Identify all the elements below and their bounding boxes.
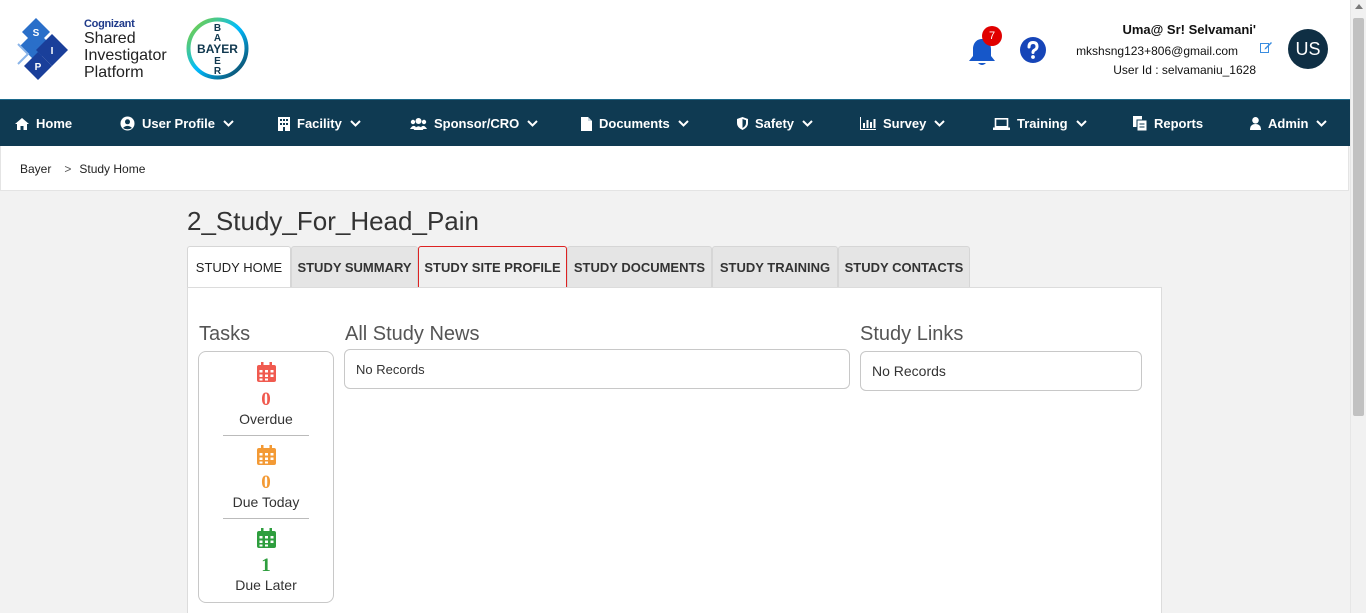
calendar-icon	[256, 445, 276, 465]
breadcrumb-bar: Bayer > Study Home	[0, 146, 1349, 191]
chevron-down-icon	[223, 120, 234, 127]
chevron-down-icon	[1075, 120, 1087, 127]
tab-study-home[interactable]: STUDY HOME	[187, 246, 291, 287]
task-overdue-count: 0	[261, 389, 271, 410]
news-list: No Records	[344, 349, 850, 389]
svg-text:A: A	[214, 33, 221, 44]
tab-study-contacts[interactable]: STUDY CONTACTS	[838, 246, 970, 287]
brand-line-3: Platform	[84, 64, 144, 81]
user-email: mkshsng123+806@gmail.com	[1076, 44, 1238, 58]
chevron-down-icon	[527, 120, 538, 127]
user-circle-icon	[120, 116, 135, 131]
links-title: Study Links	[860, 323, 964, 345]
bayer-logo: BAYER B A E R	[186, 17, 249, 80]
chevron-down-icon	[1316, 120, 1328, 127]
nav-reports-label: Reports	[1154, 116, 1204, 131]
laptop-icon	[993, 117, 1010, 130]
sip-letter-s: S	[33, 28, 40, 39]
nav-safety-label: Safety	[755, 116, 795, 131]
nav-home-label: Home	[36, 116, 73, 131]
users-icon	[410, 118, 427, 130]
task-overdue[interactable]: 0 Overdue	[199, 362, 333, 427]
chevron-down-icon	[350, 120, 361, 127]
app-header: S I P Cognizant Shared Investigator Plat…	[0, 0, 1350, 99]
page-scrollbar[interactable]	[1350, 0, 1366, 613]
bayer-logo-horizontal: BAYER	[197, 42, 238, 56]
task-due-later[interactable]: 1 Due Later	[199, 528, 333, 593]
nav-training-label: Training	[1017, 116, 1068, 131]
nav-home[interactable]: Home	[15, 100, 72, 147]
breadcrumb: Bayer > Study Home	[20, 162, 145, 176]
tasks-box: 0 Overdue 0 Due Today 1 Due Later	[198, 351, 334, 603]
building-icon	[278, 116, 290, 131]
calendar-icon	[256, 362, 276, 382]
copy-icon	[1133, 116, 1147, 131]
file-icon	[581, 116, 592, 131]
breadcrumb-separator: >	[64, 162, 72, 176]
chevron-down-icon	[802, 120, 813, 127]
user-icon	[1250, 117, 1261, 130]
sip-letter-p: P	[35, 62, 42, 73]
user-avatar[interactable]: US	[1288, 29, 1328, 69]
breadcrumb-current: Study Home	[79, 162, 146, 176]
links-list: No Records	[860, 351, 1142, 391]
brand-company: Cognizant	[84, 18, 135, 30]
nav-reports[interactable]: Reports	[1133, 100, 1203, 147]
scrollbar-thumb[interactable]	[1353, 18, 1364, 416]
news-empty-text: No Records	[356, 361, 425, 377]
edit-email-icon[interactable]	[1260, 41, 1272, 53]
user-id: User Id : selvamaniu_1628	[1113, 63, 1256, 77]
scroll-up-arrow-icon[interactable]	[1355, 4, 1363, 9]
breadcrumb-root[interactable]: Bayer	[20, 162, 51, 176]
nav-documents[interactable]: Documents	[581, 100, 689, 147]
task-due-today-label: Due Today	[232, 494, 300, 510]
home-icon	[15, 117, 29, 130]
nav-survey-label: Survey	[883, 116, 927, 131]
links-empty-text: No Records	[872, 363, 946, 379]
nav-safety[interactable]: Safety	[737, 100, 813, 147]
page-title: 2_Study_For_Head_Pain	[187, 206, 479, 236]
task-due-later-label: Due Later	[235, 577, 297, 593]
user-name: Uma@ Sr! Selvamani'	[1122, 22, 1256, 37]
brand-line-2: Investigator	[84, 47, 167, 64]
main-navigation: Home User Profile Facility Sponsor/CRO D…	[0, 99, 1350, 146]
brand-text: Cognizant Shared Investigator Platform	[84, 18, 167, 81]
task-divider	[223, 518, 309, 519]
shield-icon	[737, 117, 748, 130]
chevron-down-icon	[934, 120, 946, 127]
task-due-later-count: 1	[261, 555, 271, 576]
tasks-title: Tasks	[199, 323, 251, 345]
nav-sponsor-cro[interactable]: Sponsor/CRO	[410, 100, 538, 147]
task-divider	[223, 435, 309, 436]
tab-study-documents[interactable]: STUDY DOCUMENTS	[567, 246, 712, 287]
svg-text:R: R	[214, 66, 222, 77]
tab-study-training[interactable]: STUDY TRAINING	[712, 246, 838, 287]
brand-line-1: Shared	[84, 30, 136, 47]
nav-admin[interactable]: Admin	[1250, 100, 1328, 147]
calendar-icon	[256, 528, 276, 548]
task-overdue-label: Overdue	[239, 411, 293, 427]
news-title: All Study News	[345, 323, 480, 345]
sip-letter-i: I	[51, 46, 54, 57]
help-icon[interactable]	[1019, 36, 1047, 64]
nav-user-profile-label: User Profile	[142, 116, 215, 131]
chevron-down-icon	[678, 120, 689, 127]
tab-study-site-profile[interactable]: STUDY SITE PROFILE	[418, 246, 567, 287]
task-due-today[interactable]: 0 Due Today	[199, 445, 333, 510]
sip-logo[interactable]: S I P	[16, 16, 74, 82]
nav-facility-label: Facility	[297, 116, 342, 131]
nav-documents-label: Documents	[599, 116, 670, 131]
nav-survey[interactable]: Survey	[860, 100, 946, 147]
nav-training[interactable]: Training	[993, 100, 1087, 147]
task-due-today-count: 0	[261, 472, 271, 493]
nav-user-profile[interactable]: User Profile	[120, 100, 234, 147]
nav-admin-label: Admin	[1268, 116, 1309, 131]
nav-sponsor-cro-label: Sponsor/CRO	[434, 116, 520, 131]
bar-chart-icon	[860, 117, 876, 130]
notification-count-badge: 7	[982, 26, 1002, 46]
nav-facility[interactable]: Facility	[278, 100, 361, 147]
tab-study-summary[interactable]: STUDY SUMMARY	[291, 246, 418, 287]
